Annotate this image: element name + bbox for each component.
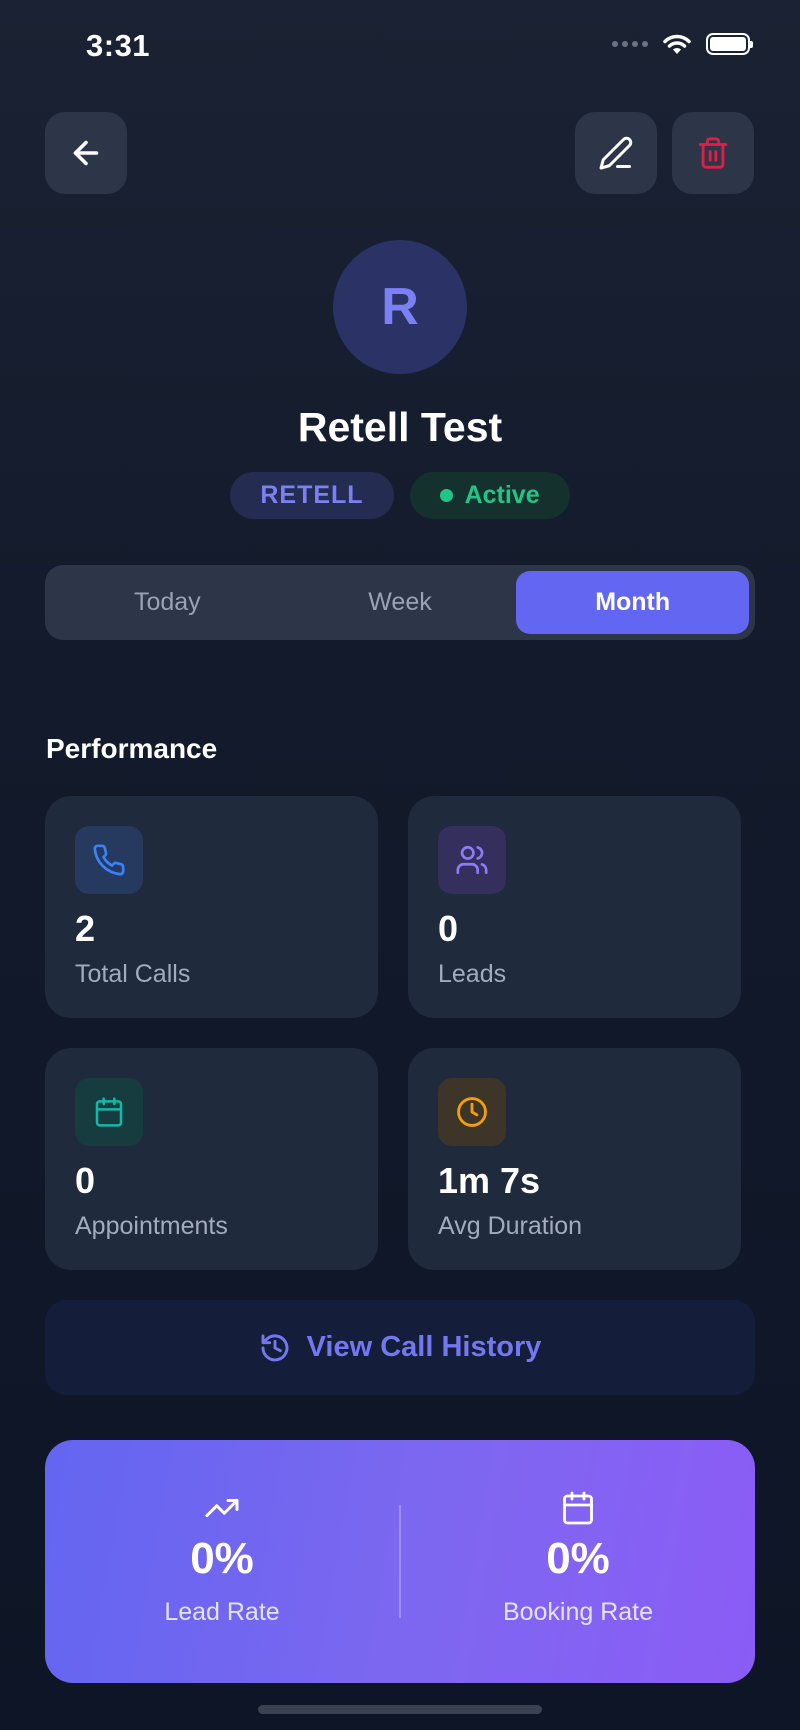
booking-rate-value: 0%	[546, 1534, 610, 1583]
arrow-left-icon	[73, 140, 99, 166]
agent-name: Retell Test	[297, 404, 503, 450]
provider-badge: RETELL	[230, 472, 394, 519]
battery-icon	[706, 33, 753, 55]
conversion-rates-card: 0% Lead Rate 0% Booking Rate	[45, 1440, 755, 1683]
trash-icon	[698, 137, 728, 169]
tab-week[interactable]: Week	[284, 571, 517, 634]
booking-rate: 0% Booking Rate	[401, 1440, 755, 1683]
wifi-icon	[663, 34, 691, 54]
edit-button[interactable]	[575, 112, 657, 194]
view-call-history-button[interactable]: View Call History	[45, 1300, 755, 1395]
back-button[interactable]	[45, 112, 127, 194]
stat-value: 0	[438, 908, 459, 949]
delete-button[interactable]	[672, 112, 754, 194]
users-icon	[438, 826, 506, 894]
stat-label: Appointments	[75, 1212, 228, 1240]
lead-rate: 0% Lead Rate	[45, 1440, 399, 1683]
stat-card-leads: 0 Leads	[408, 796, 741, 1018]
trending-up-icon	[205, 1499, 239, 1517]
status-badge-label: Active	[464, 481, 540, 509]
stat-value: 2	[75, 908, 96, 949]
calendar-icon	[75, 1078, 143, 1146]
status-badge: Active	[409, 472, 570, 519]
calendar-icon	[563, 1491, 593, 1525]
stat-card-total-calls: 2 Total Calls	[45, 796, 378, 1018]
stat-label: Avg Duration	[438, 1212, 583, 1240]
home-indicator[interactable]	[258, 1705, 542, 1714]
stat-value: 0	[75, 1160, 96, 1201]
lead-rate-value: 0%	[190, 1534, 254, 1583]
stat-value: 1m 7s	[438, 1160, 541, 1201]
cellular-signal-icon	[612, 41, 648, 47]
status-time: 3:31	[86, 28, 151, 63]
avatar: R	[333, 240, 467, 374]
stat-card-avg-duration: 1m 7s Avg Duration	[408, 1048, 741, 1270]
status-dot-icon	[439, 489, 453, 502]
section-title-performance: Performance	[46, 733, 218, 764]
lead-rate-label: Lead Rate	[164, 1598, 280, 1626]
stat-card-appointments: 0 Appointments	[45, 1048, 378, 1270]
status-icons	[612, 32, 753, 56]
tab-today[interactable]: Today	[51, 571, 284, 634]
tab-month[interactable]: Month	[516, 571, 750, 634]
phone-icon	[75, 826, 143, 894]
badge-row: RETELL Active	[0, 472, 800, 519]
stat-label: Total Calls	[75, 960, 191, 988]
pencil-icon	[599, 136, 633, 170]
history-icon	[261, 1333, 289, 1361]
period-selector: Today Week Month	[45, 565, 755, 640]
view-call-history-label: View Call History	[306, 1331, 542, 1363]
stat-label: Leads	[438, 960, 507, 988]
clock-icon	[438, 1078, 506, 1146]
booking-rate-label: Booking Rate	[502, 1598, 654, 1626]
